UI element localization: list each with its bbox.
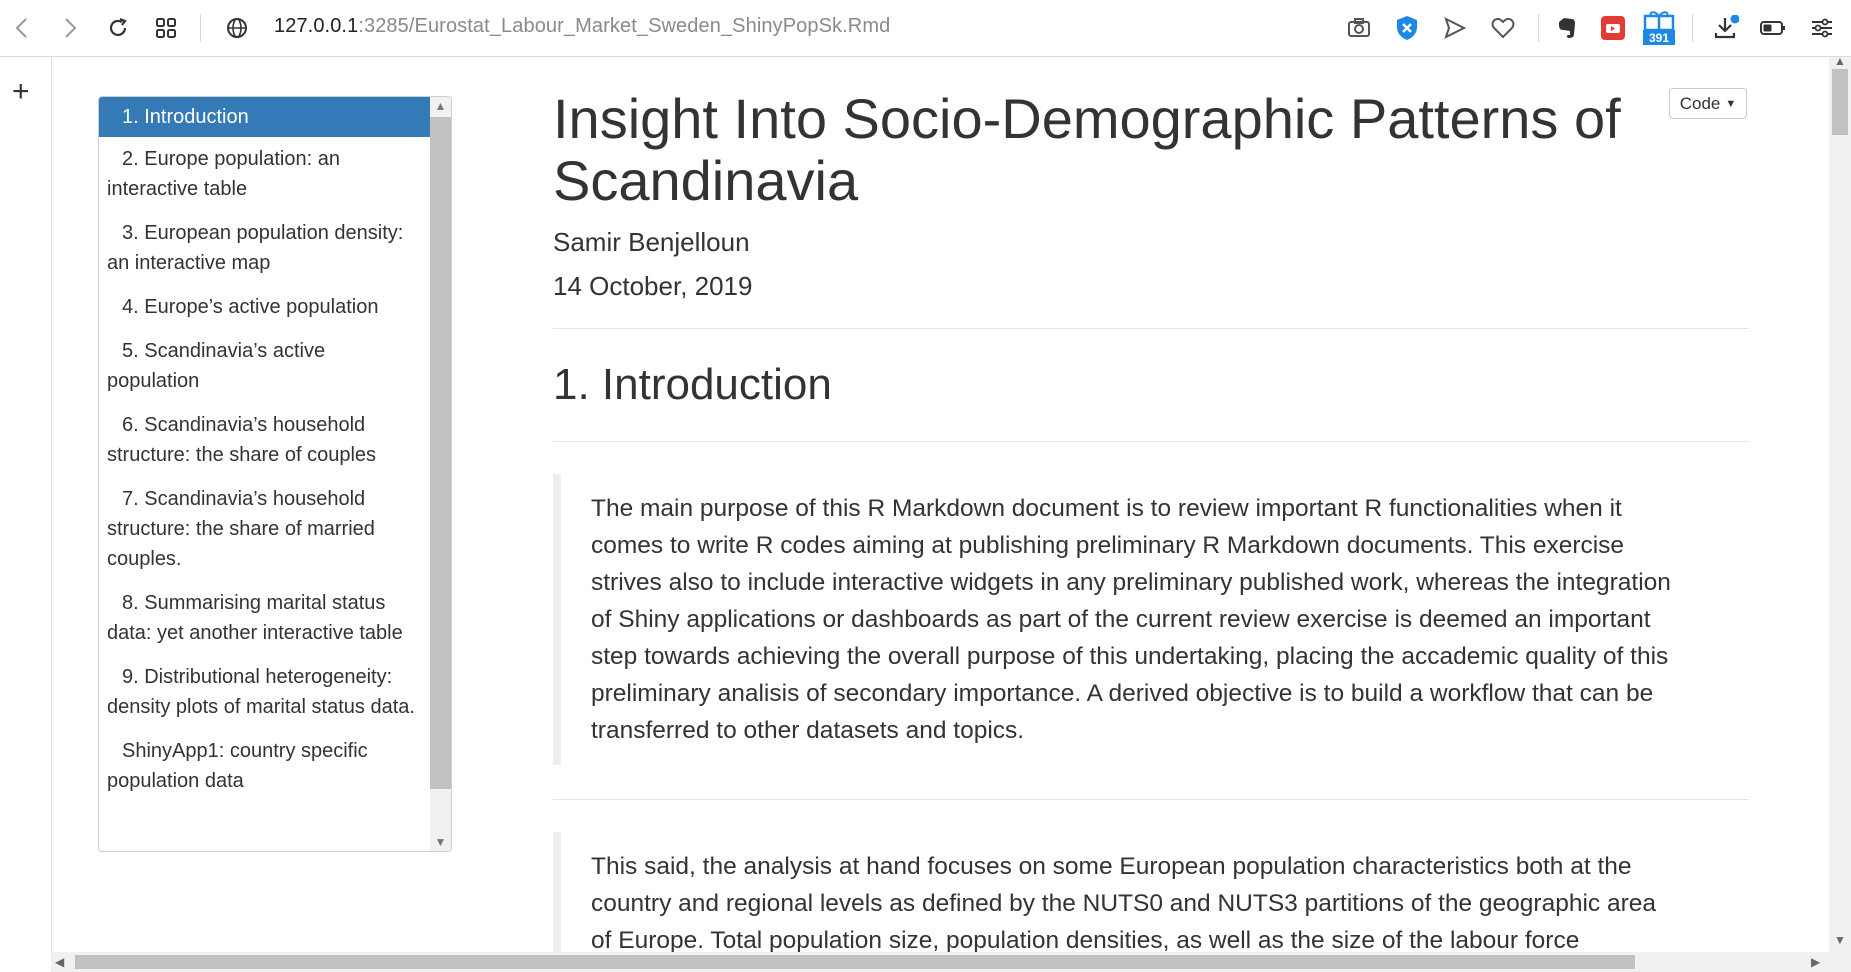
heart-icon[interactable] [1489, 14, 1517, 42]
chevron-down-icon[interactable]: ▼ [1834, 933, 1846, 947]
page-scrollbar-thumb[interactable] [1832, 69, 1848, 135]
address-bar[interactable]: 127.0.0.1:3285/Eurostat_Labour_Market_Sw… [274, 15, 890, 38]
toc-item-population-density[interactable]: 3. European population density: an inter… [99, 211, 430, 285]
shield-icon[interactable] [1393, 14, 1421, 42]
divider [553, 441, 1749, 442]
page-horizontal-scrollbar[interactable]: ◀ ▶ [51, 952, 1851, 972]
toc-item-introduction[interactable]: 1. Introduction [99, 97, 430, 137]
document-body: Insight Into Socio-Demographic Patterns … [553, 80, 1749, 952]
page-vertical-scrollbar[interactable]: ▲ ▼ [1829, 54, 1851, 952]
battery-icon[interactable] [1759, 14, 1787, 42]
toc-list: 1. Introduction 2. Europe population: an… [99, 97, 430, 803]
page-title: Insight Into Socio-Demographic Patterns … [553, 87, 1621, 212]
toc-item-married-couples[interactable]: 7. Scandinavia’s household structure: th… [99, 477, 430, 581]
forward-icon[interactable] [56, 14, 84, 42]
apps-grid-icon[interactable] [152, 14, 180, 42]
divider [553, 799, 1749, 800]
globe-icon[interactable] [223, 14, 251, 42]
toc-scrollbar[interactable]: ▲ ▼ [430, 97, 451, 851]
reload-icon[interactable] [104, 14, 132, 42]
toc-scrollbar-thumb[interactable] [430, 117, 451, 789]
date: 14 October, 2019 [553, 271, 753, 301]
url-path: :3285/Eurostat_Labour_Market_Sweden_Shin… [358, 15, 891, 37]
browser-sidebar: + [0, 57, 52, 952]
toc-item-shinyapp1[interactable]: ShinyApp1: country specific population d… [99, 729, 430, 803]
section-heading-introduction: 1. Introduction [553, 360, 832, 409]
toc-item-europe-population[interactable]: 2. Europe population: an interactive tab… [99, 137, 430, 211]
back-icon[interactable] [8, 14, 36, 42]
author: Samir Benjelloun [553, 227, 750, 257]
divider [553, 328, 1749, 329]
youtube-icon[interactable] [1599, 14, 1627, 42]
toc-item-scandinavia-active[interactable]: 5. Scandinavia’s active population [99, 329, 430, 403]
gift-icon[interactable]: 391 [1642, 8, 1676, 46]
chevron-up-icon[interactable]: ▲ [430, 97, 451, 115]
download-icon[interactable] [1712, 14, 1740, 42]
table-of-contents: 1. Introduction 2. Europe population: an… [98, 96, 452, 852]
send-icon[interactable] [1441, 14, 1469, 42]
blockquote-paragraph: This said, the analysis at hand focuses … [553, 832, 1683, 952]
url-host: 127.0.0.1 [274, 15, 359, 37]
chevron-up-icon[interactable]: ▲ [1834, 54, 1846, 68]
blockquote-paragraph: The main purpose of this R Markdown docu… [553, 474, 1683, 765]
toc-item-active-population[interactable]: 4. Europe’s active population [99, 285, 430, 329]
chevron-left-icon[interactable]: ◀ [55, 955, 64, 969]
add-panel-button[interactable]: + [12, 77, 30, 107]
extension-badge: 391 [1648, 31, 1670, 45]
browser-toolbar: 127.0.0.1:3285/Eurostat_Labour_Market_Sw… [0, 0, 1851, 57]
horizontal-scrollbar-thumb[interactable] [75, 955, 1635, 969]
toc-item-density-plots[interactable]: 9. Distributional heterogeneity: density… [99, 655, 430, 729]
chevron-right-icon[interactable]: ▶ [1811, 955, 1820, 969]
chevron-down-icon[interactable]: ▼ [430, 833, 451, 851]
camera-icon[interactable] [1345, 14, 1373, 42]
menu-icon[interactable] [1808, 14, 1836, 42]
toc-item-marital-status-table[interactable]: 8. Summarising marital status data: yet … [99, 581, 430, 655]
evernote-icon[interactable] [1552, 14, 1580, 42]
toc-item-share-couples[interactable]: 6. Scandinavia’s household structure: th… [99, 403, 430, 477]
